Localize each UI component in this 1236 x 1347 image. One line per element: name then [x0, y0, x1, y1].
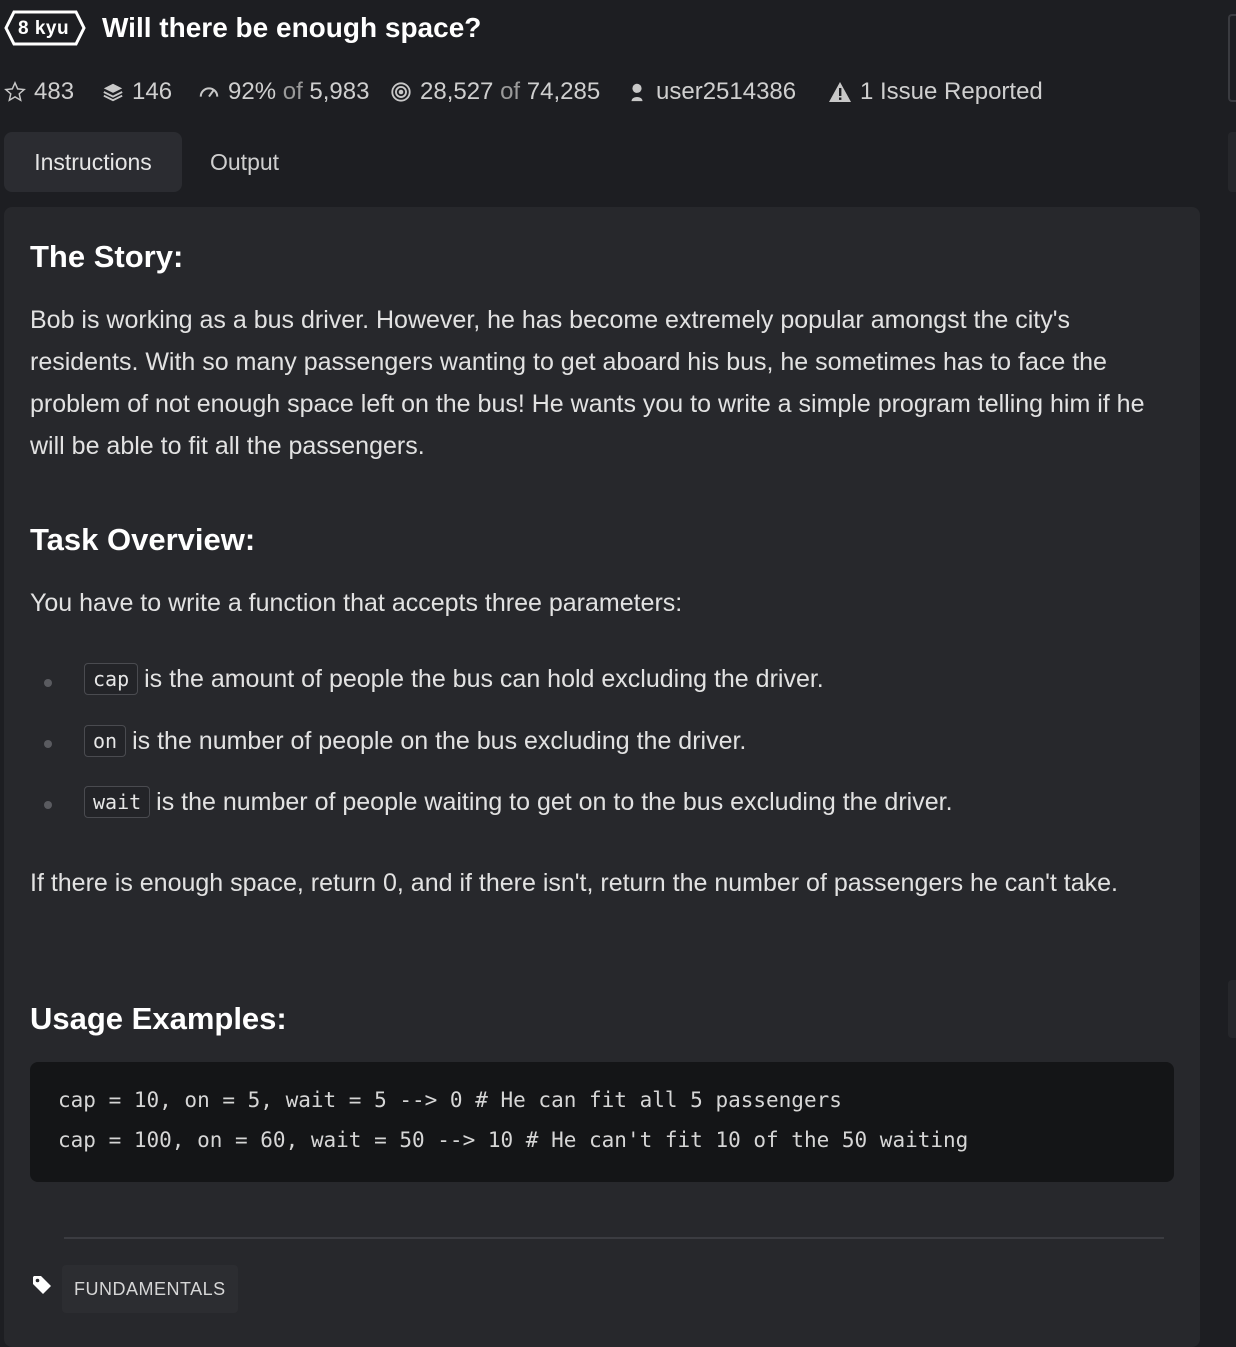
stars-count: 483 — [34, 78, 75, 105]
layers-icon — [103, 83, 123, 102]
issues-count: 1 Issue Reported — [860, 78, 1043, 105]
list-item: on is the number of people on the bus ex… — [84, 725, 746, 757]
code-block[interactable]: cap = 10, on = 5, wait = 5 --> 0 # He ca… — [30, 1062, 1174, 1182]
author-stat[interactable]: user2514386 — [626, 78, 796, 106]
return-text: If there is enough space, return 0, and … — [30, 869, 1118, 897]
param-code: cap — [84, 663, 139, 695]
bullet-dot — [44, 679, 52, 687]
completions-stat: 28,527 of 74,285 — [390, 78, 600, 106]
attempted-count: 74,285 — [526, 78, 601, 105]
warning-icon — [829, 82, 851, 102]
tag-icon — [33, 1276, 51, 1294]
completed-count: 28,527 — [420, 78, 494, 105]
bullet-dot — [44, 740, 52, 748]
collections-stat[interactable]: 146 — [102, 78, 172, 106]
param-description: is the amount of people the bus can hold… — [144, 664, 824, 693]
satisfaction-rating: 92% — [228, 78, 277, 105]
tab-output[interactable]: Output — [210, 132, 279, 192]
param-code: wait — [84, 786, 151, 818]
code-line: cap = 100, on = 60, wait = 50 --> 10 # H… — [58, 1128, 969, 1152]
collections-count: 146 — [132, 78, 173, 105]
satisfaction-stat: 92% of 5,983 — [198, 78, 369, 106]
bullet-dot — [44, 801, 52, 809]
param-description: is the number of people on the bus exclu… — [132, 726, 747, 755]
tag-fundamentals[interactable]: FUNDAMENTALS — [62, 1265, 238, 1313]
satisfaction-votes: 5,983 — [309, 78, 370, 105]
issues-stat[interactable]: 1 Issue Reported — [828, 78, 1043, 106]
story-heading: The Story: — [30, 239, 184, 274]
right-panel-edge — [1228, 980, 1236, 1038]
tab-instructions[interactable]: Instructions — [4, 132, 182, 192]
right-panel-edge — [1228, 14, 1236, 102]
stars-stat[interactable]: 483 — [4, 78, 74, 106]
right-panel-edge — [1228, 132, 1236, 192]
list-item: wait is the number of people waiting to … — [84, 786, 953, 818]
usage-heading: Usage Examples: — [30, 1001, 287, 1036]
list-item: cap is the amount of people the bus can … — [84, 663, 824, 695]
kata-title: Will there be enough space? — [102, 12, 482, 43]
kyu-rank-label: 8 kyu — [18, 18, 70, 39]
param-code: on — [84, 725, 127, 757]
target-icon — [391, 82, 411, 102]
story-text: Bob is working as a bus driver. However,… — [30, 306, 1145, 460]
divider — [64, 1237, 1164, 1239]
author-name: user2514386 — [656, 78, 797, 105]
overview-text: You have to write a function that accept… — [30, 589, 683, 617]
star-icon — [4, 81, 26, 102]
gauge-icon — [199, 87, 219, 98]
instructions-panel: The Story: Bob is working as a bus drive… — [4, 207, 1200, 1347]
code-line: cap = 10, on = 5, wait = 5 --> 0 # He ca… — [58, 1088, 842, 1112]
completed-of-label: of — [500, 78, 521, 105]
kyu-rank-badge[interactable]: 8 kyu — [4, 10, 90, 46]
overview-heading: Task Overview: — [30, 522, 256, 557]
kata-header: 8 kyu Will there be enough space? — [0, 0, 1236, 60]
param-description: is the number of people waiting to get o… — [156, 787, 953, 816]
user-icon — [631, 83, 643, 102]
satisfaction-of-label: of — [282, 78, 303, 105]
